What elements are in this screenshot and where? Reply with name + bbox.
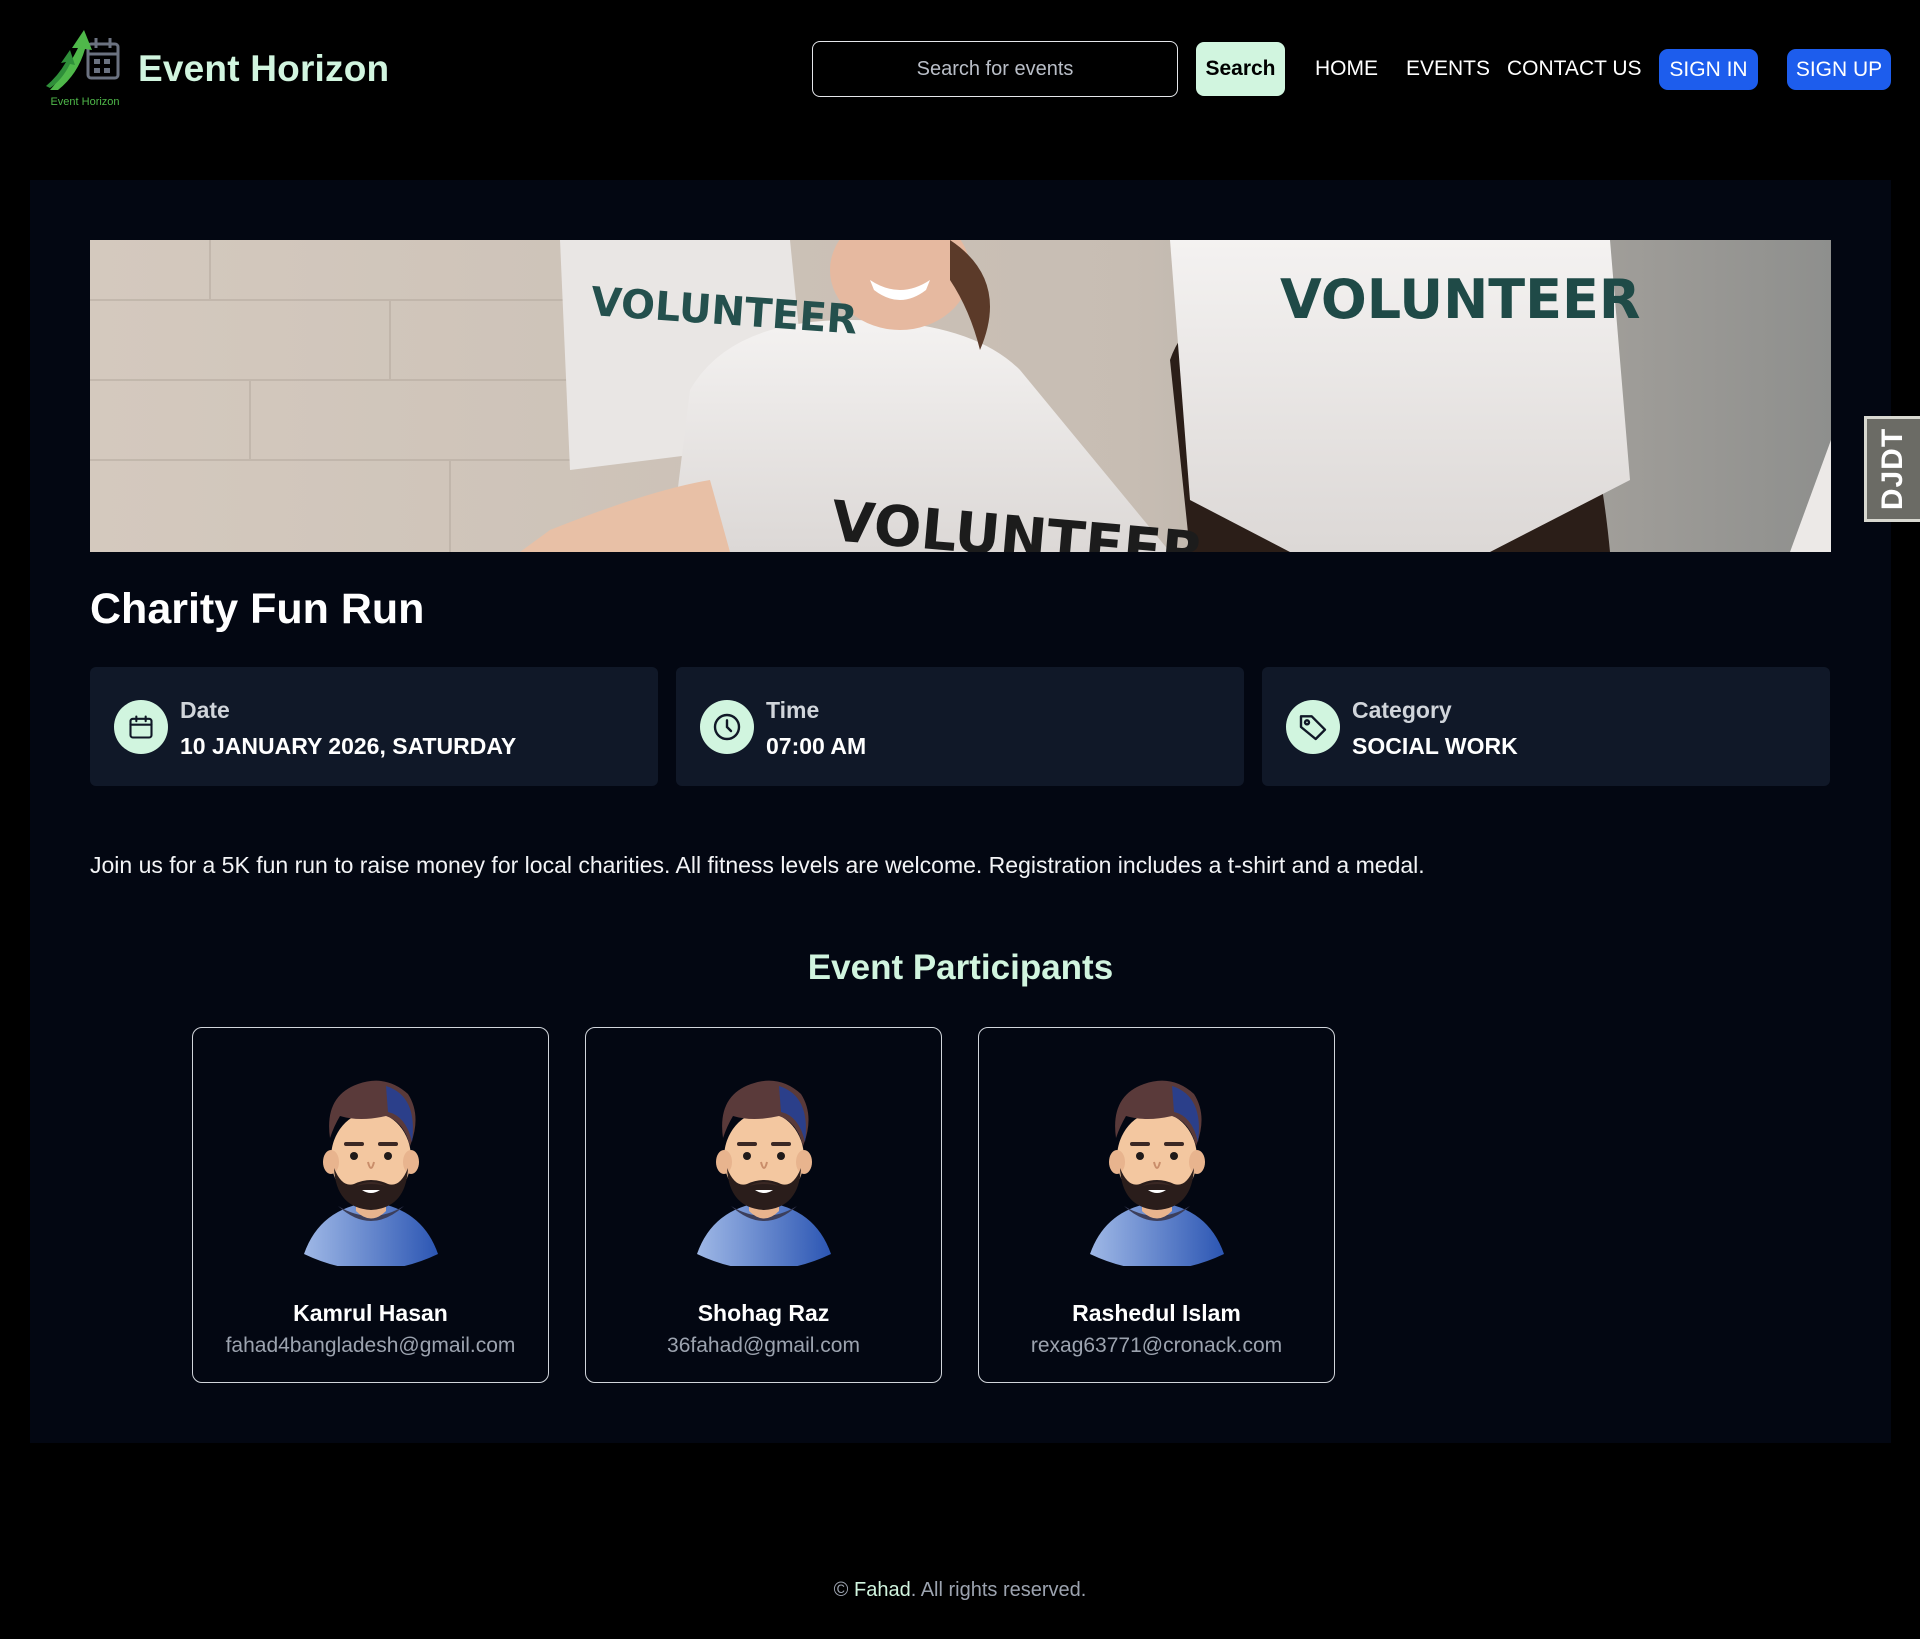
participant-name: Rashedul Islam bbox=[1072, 1300, 1241, 1326]
date-value: 10 JANUARY 2026, SATURDAY bbox=[180, 733, 517, 759]
search-box[interactable] bbox=[812, 41, 1178, 97]
event-description: Join us for a 5K fun run to raise money … bbox=[90, 852, 1425, 878]
participant-card[interactable]: Rashedul Islam rexag63771@cronack.com bbox=[978, 1027, 1335, 1383]
avatar-icon bbox=[697, 1080, 831, 1266]
footer-rights-text: . All rights reserved. bbox=[910, 1579, 1087, 1601]
nav-contact-us[interactable]: CONTACT US bbox=[1507, 57, 1642, 81]
avatar-icon bbox=[304, 1080, 438, 1266]
footer-author-link[interactable]: Fahad bbox=[854, 1579, 911, 1601]
logo-arrow-icon bbox=[46, 30, 120, 90]
nav-home[interactable]: HOME bbox=[1315, 57, 1378, 81]
event-banner-image: VOLUNTEER VOLUNTEER VOLUNTEER bbox=[90, 240, 1831, 552]
participant-email: 36fahad@gmail.com bbox=[667, 1334, 860, 1357]
event-title: Charity Fun Run bbox=[90, 585, 425, 633]
debug-toolbar-tab[interactable]: DJDT bbox=[1864, 416, 1920, 522]
participant-email: fahad4bangladesh@gmail.com bbox=[225, 1334, 516, 1357]
category-label: Category bbox=[1352, 697, 1452, 723]
logo-caption: Event Horizon bbox=[50, 96, 120, 108]
date-label: Date bbox=[180, 697, 230, 723]
participants-heading: Event Participants bbox=[807, 948, 1114, 987]
tag-icon bbox=[1286, 700, 1340, 754]
debug-toolbar-label: DJDT bbox=[1876, 427, 1910, 511]
copyright-symbol: © bbox=[833, 1579, 849, 1601]
search-button[interactable]: Search bbox=[1196, 42, 1285, 96]
nav-events[interactable]: EVENTS bbox=[1406, 57, 1490, 81]
site-header: Event Horizon Event Horizon Search HOME … bbox=[0, 0, 1920, 140]
participant-card[interactable]: Kamrul Hasan fahad4bangladesh@gmail.com bbox=[192, 1027, 549, 1383]
sign-up-button[interactable]: SIGN UP bbox=[1787, 49, 1891, 90]
clock-icon bbox=[700, 700, 754, 754]
time-value: 07:00 AM bbox=[766, 733, 867, 759]
avatar-icon bbox=[1090, 1080, 1224, 1266]
logo[interactable]: Event Horizon bbox=[40, 28, 130, 110]
participant-name: Shohag Raz bbox=[697, 1300, 830, 1326]
event-category-card: Category SOCIAL WORK bbox=[1262, 667, 1830, 786]
sign-in-button[interactable]: SIGN IN bbox=[1659, 49, 1758, 90]
participant-card[interactable]: Shohag Raz 36fahad@gmail.com bbox=[585, 1027, 942, 1383]
category-value: SOCIAL WORK bbox=[1352, 733, 1518, 759]
time-label: Time bbox=[766, 697, 820, 723]
participant-email: rexag63771@cronack.com bbox=[1030, 1334, 1283, 1357]
participant-name: Kamrul Hasan bbox=[293, 1300, 448, 1326]
event-time-card: Time 07:00 AM bbox=[676, 667, 1244, 786]
svg-text:VOLUNTEER: VOLUNTEER bbox=[1280, 268, 1640, 331]
calendar-icon bbox=[114, 700, 168, 754]
site-footer: © Fahad. All rights reserved. bbox=[0, 1579, 1920, 1602]
volunteers-photo-icon: VOLUNTEER VOLUNTEER VOLUNTEER bbox=[90, 240, 1831, 552]
search-input[interactable] bbox=[813, 57, 1177, 81]
brand-name[interactable]: Event Horizon bbox=[138, 48, 389, 90]
event-date-card: Date 10 JANUARY 2026, SATURDAY bbox=[90, 667, 658, 786]
event-detail-panel: VOLUNTEER VOLUNTEER VOLUNTEER Charity Fu… bbox=[30, 180, 1891, 1443]
